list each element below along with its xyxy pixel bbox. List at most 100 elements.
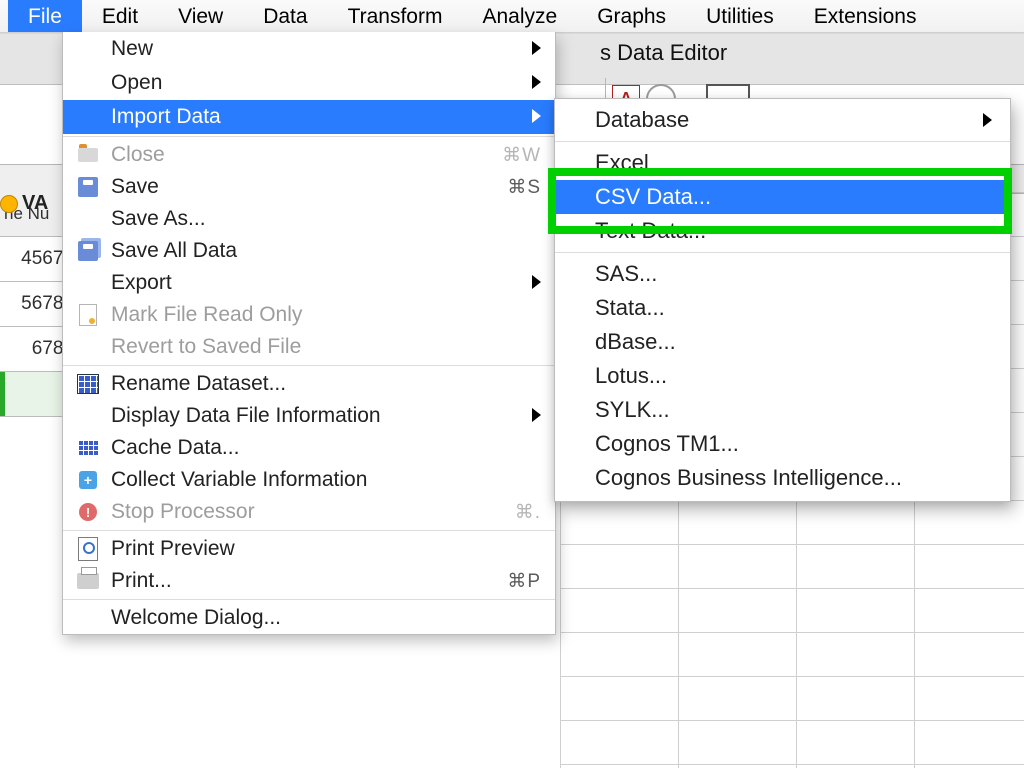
stop-warning-icon: ! — [73, 500, 103, 524]
import-data-submenu: Database Excel CSV Data... Text Data... … — [554, 98, 1011, 502]
menu-separator — [63, 530, 555, 531]
submenu-item-label: Lotus... — [595, 363, 667, 389]
print-preview-icon — [73, 537, 103, 561]
menu-item-label: Print... — [111, 569, 507, 593]
menu-item-label: Display Data File Information — [111, 404, 532, 428]
menu-item-close: Close ⌘W — [63, 139, 555, 171]
menu-item-label: Save All Data — [111, 239, 541, 263]
menu-item-label: Open — [111, 71, 532, 95]
submenu-item-label: Stata... — [595, 295, 665, 321]
submenu-item-stata[interactable]: Stata... — [555, 291, 1010, 325]
menu-separator — [555, 252, 1010, 253]
submenu-item-sas[interactable]: SAS... — [555, 257, 1010, 291]
file-menu: New Open Import Data Close ⌘W Save ⌘S Sa… — [62, 32, 556, 635]
menubar-item-file[interactable]: File — [8, 0, 82, 32]
submenu-item-excel[interactable]: Excel — [555, 146, 1010, 180]
dataset-grid-icon — [73, 372, 103, 396]
menubar-item-view[interactable]: View — [158, 0, 243, 32]
menu-shortcut: ⌘P — [507, 570, 541, 593]
submenu-item-dbase[interactable]: dBase... — [555, 325, 1010, 359]
menu-item-label: Stop Processor — [111, 500, 515, 524]
variable-chip-label: VA — [22, 192, 48, 215]
submenu-item-sylk[interactable]: SYLK... — [555, 393, 1010, 427]
submenu-item-label: Excel — [595, 150, 649, 176]
submenu-item-label: Database — [595, 107, 689, 133]
submenu-item-label: SAS... — [595, 261, 657, 287]
menu-item-print-preview[interactable]: Print Preview — [63, 533, 555, 565]
chevron-right-icon — [983, 107, 992, 133]
menu-item-label: Rename Dataset... — [111, 372, 541, 396]
menu-separator — [555, 141, 1010, 142]
submenu-item-csv-data[interactable]: CSV Data... — [555, 180, 1010, 214]
chevron-right-icon — [532, 37, 541, 61]
menu-item-rename-dataset[interactable]: Rename Dataset... — [63, 368, 555, 400]
submenu-item-label: CSV Data... — [595, 184, 711, 210]
document-lock-icon — [73, 303, 103, 327]
menu-item-open[interactable]: Open — [63, 66, 555, 100]
menu-separator — [63, 599, 555, 600]
menubar-item-utilities[interactable]: Utilities — [686, 0, 794, 32]
save-icon — [73, 175, 103, 199]
blank-icon — [73, 404, 103, 428]
menu-shortcut: ⌘S — [507, 176, 541, 199]
menubar-item-data[interactable]: Data — [243, 0, 327, 32]
menu-item-label: Collect Variable Information — [111, 468, 541, 492]
cache-grid-icon — [73, 436, 103, 460]
menu-item-save-as[interactable]: Save As... — [63, 203, 555, 235]
menu-item-collect-variable-info[interactable]: + Collect Variable Information — [63, 464, 555, 496]
blank-icon — [73, 207, 103, 231]
submenu-item-cognos-tm1[interactable]: Cognos TM1... — [555, 427, 1010, 461]
menu-item-label: Export — [111, 271, 532, 295]
menu-item-revert: Revert to Saved File — [63, 331, 555, 363]
plus-icon: + — [73, 468, 103, 492]
menu-item-label: Import Data — [111, 105, 532, 129]
menu-item-label: Mark File Read Only — [111, 303, 541, 327]
menu-item-label: Save As... — [111, 207, 541, 231]
menu-separator — [63, 136, 555, 137]
menubar-item-transform[interactable]: Transform — [328, 0, 463, 32]
menubar-item-extensions[interactable]: Extensions — [794, 0, 937, 32]
menu-item-new[interactable]: New — [63, 32, 555, 66]
submenu-item-label: dBase... — [595, 329, 676, 355]
menu-item-welcome-dialog[interactable]: Welcome Dialog... — [63, 602, 555, 634]
submenu-item-lotus[interactable]: Lotus... — [555, 359, 1010, 393]
app-window: ne Nu 45678 56789 6789 VA s Data Editor … — [0, 0, 1024, 768]
menubar-item-edit[interactable]: Edit — [82, 0, 158, 32]
menu-item-save-all[interactable]: Save All Data — [63, 235, 555, 267]
chevron-right-icon — [532, 404, 541, 428]
save-all-icon — [73, 239, 103, 263]
menu-item-label: Revert to Saved File — [111, 335, 541, 359]
submenu-item-cognos-bi[interactable]: Cognos Business Intelligence... — [555, 461, 1010, 495]
menu-item-export[interactable]: Export — [63, 267, 555, 299]
menu-item-label: Welcome Dialog... — [111, 606, 541, 630]
menu-item-save[interactable]: Save ⌘S — [63, 171, 555, 203]
menu-item-print[interactable]: Print... ⌘P — [63, 565, 555, 597]
menu-item-stop-processor: ! Stop Processor ⌘. — [63, 496, 555, 528]
chevron-right-icon — [532, 271, 541, 295]
submenu-item-database[interactable]: Database — [555, 103, 1010, 137]
blank-icon — [73, 335, 103, 359]
menu-item-display-data-info[interactable]: Display Data File Information — [63, 400, 555, 432]
chevron-right-icon — [532, 105, 541, 129]
blank-icon — [73, 271, 103, 295]
folder-close-icon — [73, 143, 103, 167]
submenu-item-label: Cognos Business Intelligence... — [595, 465, 902, 491]
menubar-item-partial[interactable]: ion — [0, 0, 8, 32]
menubar-item-graphs[interactable]: Graphs — [577, 0, 686, 32]
menu-separator — [63, 365, 555, 366]
chevron-right-icon — [532, 71, 541, 95]
menu-item-mark-readonly: Mark File Read Only — [63, 299, 555, 331]
menu-item-cache-data[interactable]: Cache Data... — [63, 432, 555, 464]
menu-item-label: Save — [111, 175, 507, 199]
menu-item-import-data[interactable]: Import Data — [63, 100, 555, 134]
variable-dot-icon — [0, 195, 18, 213]
menubar-item-analyze[interactable]: Analyze — [462, 0, 577, 32]
menu-item-label: Cache Data... — [111, 436, 541, 460]
submenu-item-label: Text Data... — [595, 218, 706, 244]
variable-chip: VA — [0, 192, 48, 215]
blank-icon — [73, 606, 103, 630]
submenu-item-label: SYLK... — [595, 397, 670, 423]
menu-item-label: Print Preview — [111, 537, 541, 561]
submenu-item-text-data[interactable]: Text Data... — [555, 214, 1010, 248]
menubar: ion File Edit View Data Transform Analyz… — [0, 0, 1024, 33]
